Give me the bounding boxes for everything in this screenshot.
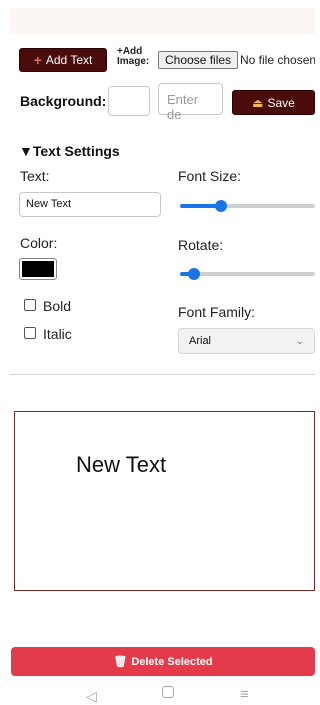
add-image-label-line2: Image: — [117, 56, 150, 67]
color-swatch — [22, 261, 54, 277]
choose-files-button[interactable]: Choose files — [158, 51, 239, 69]
color-label: Color: — [20, 235, 58, 251]
rotate-slider[interactable] — [180, 268, 315, 280]
font-size-slider-thumb[interactable] — [215, 200, 227, 212]
plus-icon: + — [33, 52, 42, 68]
nav-back-icon[interactable]: ◁ — [86, 688, 97, 705]
section-divider — [10, 374, 315, 375]
background-text-placeholder: Enter de — [167, 92, 199, 122]
italic-label: Italic — [43, 326, 72, 342]
background-text-input[interactable]: Enter de — [158, 83, 223, 122]
delete-selected-label: Delete Selected — [131, 655, 213, 668]
status-bar — [10, 8, 315, 34]
rotate-slider-track — [180, 272, 315, 276]
file-status-text: No file chosen — [240, 53, 315, 67]
rotate-label: Rotate: — [178, 237, 224, 253]
trash-icon: 🗑 — [113, 656, 128, 668]
add-text-label: Add Text — [45, 53, 93, 67]
bold-checkbox[interactable] — [24, 299, 36, 311]
font-family-select[interactable]: Arial ⌄ — [178, 328, 315, 354]
text-label: Text: — [20, 168, 50, 184]
font-size-slider[interactable] — [180, 200, 315, 212]
save-label: Save — [267, 95, 295, 110]
delete-selected-button[interactable]: 🗑 Delete Selected — [11, 647, 315, 676]
nav-menu-icon[interactable]: ≡ — [240, 686, 249, 703]
italic-checkbox[interactable] — [24, 327, 36, 339]
upload-icon: ⏏ — [252, 95, 264, 110]
dropdown-chevron-icon: ⌄ — [295, 335, 304, 347]
add-text-button[interactable]: + Add Text — [19, 48, 107, 72]
add-image-label: +Add Image: — [117, 47, 155, 73]
background-color-input[interactable] — [108, 86, 150, 116]
font-family-value: Arial — [189, 335, 212, 347]
bold-label: Bold — [43, 298, 72, 314]
nav-home-icon[interactable] — [162, 686, 174, 698]
save-button[interactable]: ⏏ Save — [232, 90, 315, 115]
canvas-text-item[interactable]: New Text — [76, 452, 166, 478]
background-label: Background: — [20, 93, 107, 109]
font-family-label: Font Family: — [178, 304, 256, 320]
font-size-label: Font Size: — [178, 168, 242, 184]
rotate-slider-thumb[interactable] — [188, 268, 200, 280]
design-canvas[interactable] — [14, 411, 315, 591]
text-settings-header[interactable]: ▼Text Settings — [19, 143, 120, 159]
color-picker[interactable] — [19, 258, 57, 280]
text-input[interactable]: New Text — [19, 192, 161, 217]
